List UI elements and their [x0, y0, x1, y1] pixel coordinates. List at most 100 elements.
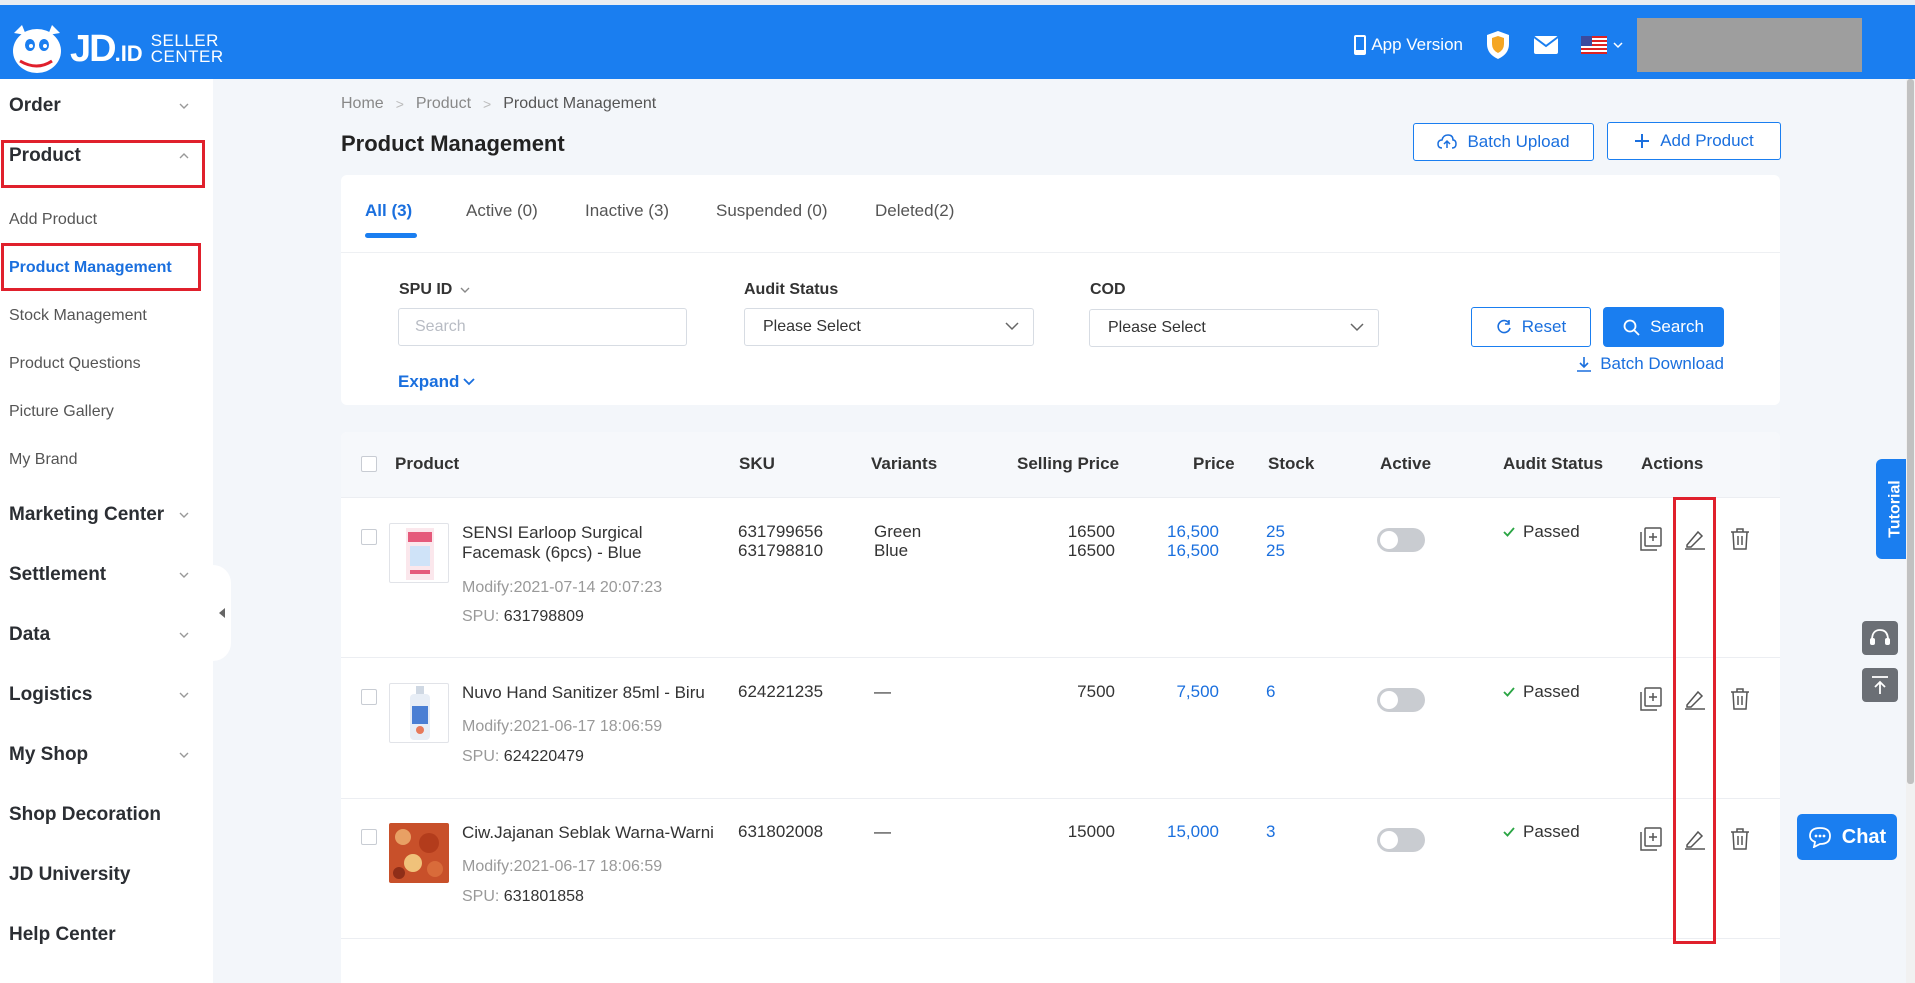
- sidebar-group-label: Shop Decoration: [9, 804, 162, 825]
- status-tabs: All (3) Active (0) Inactive (3) Suspende…: [341, 175, 1780, 253]
- header-sku: SKU: [739, 454, 775, 473]
- price-value[interactable]: 7,500: [1141, 682, 1219, 701]
- filter-panel: All (3) Active (0) Inactive (3) Suspende…: [341, 175, 1780, 405]
- add-product-button[interactable]: Add Product: [1607, 122, 1781, 160]
- active-toggle[interactable]: [1377, 528, 1425, 552]
- sidebar-item-product-questions[interactable]: Product Questions: [9, 355, 141, 373]
- sidebar-group-my-shop[interactable]: My Shop: [0, 731, 213, 779]
- spu-id-selector[interactable]: SPU ID: [399, 281, 470, 299]
- active-toggle[interactable]: [1377, 828, 1425, 852]
- trash-icon[interactable]: [1728, 687, 1752, 711]
- sidebar-group-data[interactable]: Data: [0, 611, 213, 659]
- product-thumbnail[interactable]: [389, 823, 449, 883]
- product-spu: SPU: 624220479: [462, 748, 584, 766]
- chat-button[interactable]: Chat: [1797, 814, 1897, 860]
- app-version-link[interactable]: App Version: [1353, 34, 1463, 56]
- download-icon: [1577, 357, 1592, 372]
- sidebar-group-logistics[interactable]: Logistics: [0, 671, 213, 719]
- batch-download-link[interactable]: Batch Download: [1576, 354, 1724, 374]
- sidebar-group-label: Marketing Center: [9, 504, 165, 525]
- product-thumbnail[interactable]: [389, 523, 449, 583]
- stock-value[interactable]: 25: [1266, 522, 1285, 541]
- copy-icon[interactable]: [1639, 527, 1663, 551]
- account-area[interactable]: [1637, 18, 1862, 72]
- copy-icon[interactable]: [1639, 827, 1663, 851]
- phone-icon: [1353, 34, 1367, 56]
- copy-icon[interactable]: [1639, 687, 1663, 711]
- sidebar-collapse-toggle[interactable]: [213, 565, 231, 661]
- stock-value[interactable]: 3: [1266, 822, 1275, 841]
- header-variants: Variants: [871, 454, 938, 473]
- search-button[interactable]: Search: [1603, 307, 1724, 347]
- stock-value[interactable]: 25: [1266, 541, 1285, 560]
- breadcrumb-product[interactable]: Product: [416, 95, 471, 113]
- price-value[interactable]: 16,500: [1141, 522, 1219, 541]
- reset-button[interactable]: Reset: [1471, 307, 1591, 347]
- selling-price-value: 7500: [1077, 682, 1115, 701]
- sidebar-group-order[interactable]: Order: [0, 82, 213, 130]
- row-checkbox[interactable]: [361, 829, 377, 845]
- mail-icon[interactable]: [1533, 35, 1559, 55]
- chevron-down-icon: [179, 692, 189, 698]
- audit-status-value: Please Select: [763, 318, 861, 335]
- select-all-checkbox[interactable]: [361, 456, 377, 472]
- cod-select[interactable]: Please Select: [1089, 309, 1379, 347]
- sidebar-group-marketing-center[interactable]: Marketing Center: [0, 491, 213, 539]
- product-name[interactable]: Nuvo Hand Sanitizer 85ml - Biru: [462, 683, 722, 703]
- sidebar-item-add-product[interactable]: Add Product: [9, 211, 97, 229]
- product-name[interactable]: Ciw.Jajanan Seblak Warna-Warni: [462, 823, 722, 843]
- spu-search-input[interactable]: Search: [398, 308, 687, 346]
- chevron-down-icon: [460, 287, 470, 293]
- trash-icon[interactable]: [1728, 827, 1752, 851]
- us-flag-icon: [1581, 36, 1607, 54]
- stock-value[interactable]: 6: [1266, 682, 1275, 701]
- caret-left-icon: [219, 608, 225, 618]
- price-value[interactable]: 15,000: [1141, 822, 1219, 841]
- tab-all[interactable]: All (3): [365, 201, 412, 221]
- security-shield-icon[interactable]: [1485, 30, 1511, 60]
- product-name[interactable]: SENSI Earloop Surgical Facemask (6pcs) -…: [462, 523, 722, 563]
- scrollbar-thumb[interactable]: [1907, 79, 1914, 784]
- back-to-top-icon[interactable]: [1862, 668, 1898, 702]
- sidebar-group-label: Settlement: [9, 564, 107, 585]
- product-thumbnail[interactable]: [389, 683, 449, 743]
- breadcrumb-home[interactable]: Home: [341, 95, 384, 113]
- language-selector[interactable]: [1581, 36, 1623, 54]
- sidebar-group-jd-university[interactable]: JD University: [0, 851, 213, 899]
- breadcrumb-chevron-icon: >: [483, 96, 492, 112]
- product-spu: SPU: 631801858: [462, 888, 584, 906]
- search-icon: [1623, 319, 1640, 336]
- stock-values[interactable]: 25 25: [1266, 522, 1285, 560]
- row-checkbox[interactable]: [361, 689, 377, 705]
- top-bar: JD .ID SELLER CENTER App Version: [0, 5, 1915, 79]
- customer-service-icon[interactable]: [1862, 621, 1898, 655]
- spu-value: 631798809: [503, 608, 584, 625]
- page-scrollbar[interactable]: [1906, 79, 1915, 983]
- sidebar-group-shop-decoration[interactable]: Shop Decoration: [0, 791, 213, 839]
- audit-status-select[interactable]: Please Select: [744, 308, 1034, 346]
- chevron-down-icon: [179, 103, 189, 109]
- selling-price-values: 16500 16500: [1041, 522, 1115, 560]
- trash-icon[interactable]: [1728, 527, 1752, 551]
- chevron-down-icon: [1613, 41, 1623, 49]
- sidebar-item-stock-management[interactable]: Stock Management: [9, 307, 147, 325]
- expand-filters-toggle[interactable]: Expand: [398, 372, 476, 392]
- active-toggle[interactable]: [1377, 688, 1425, 712]
- sidebar-group-help-center[interactable]: Help Center: [0, 911, 213, 959]
- jd-mascot-icon: [6, 21, 68, 77]
- chevron-down-icon: [179, 632, 189, 638]
- table-row: SENSI Earloop Surgical Facemask (6pcs) -…: [341, 499, 1780, 658]
- sidebar-item-picture-gallery[interactable]: Picture Gallery: [9, 403, 114, 421]
- tab-deleted[interactable]: Deleted(2): [875, 201, 954, 221]
- tab-inactive[interactable]: Inactive (3): [585, 201, 669, 221]
- batch-upload-button[interactable]: Batch Upload: [1413, 123, 1594, 161]
- row-checkbox[interactable]: [361, 529, 377, 545]
- sidebar-item-my-brand[interactable]: My Brand: [9, 451, 77, 469]
- sidebar-group-settlement[interactable]: Settlement: [0, 551, 213, 599]
- price-values[interactable]: 16,500 16,500: [1141, 522, 1219, 560]
- tab-active[interactable]: Active (0): [466, 201, 538, 221]
- jd-logo[interactable]: JD .ID SELLER CENTER: [6, 21, 224, 77]
- tab-suspended[interactable]: Suspended (0): [716, 201, 828, 221]
- spu-prefix: SPU:: [462, 608, 500, 625]
- price-value[interactable]: 16,500: [1141, 541, 1219, 560]
